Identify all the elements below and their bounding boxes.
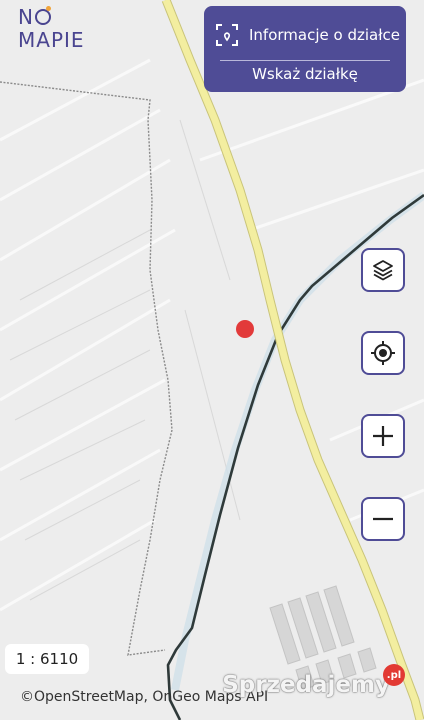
- logo-text-n: N: [18, 5, 34, 29]
- panel-divider: [220, 60, 390, 61]
- parcel-info-label: Informacje o działce: [249, 26, 400, 44]
- logo-text-mapie: MAPIE: [18, 28, 85, 52]
- crosshair-icon: [371, 341, 395, 365]
- scale-indicator: 1 : 6110: [5, 644, 89, 674]
- layers-icon: [373, 260, 393, 281]
- layers-button[interactable]: [361, 248, 405, 292]
- parcel-info-button[interactable]: Informacje o działce: [204, 18, 406, 52]
- parcel-panel: Informacje o działce Wskaż działkę: [204, 6, 406, 92]
- parcel-select-icon: [216, 24, 238, 46]
- point-parcel-button[interactable]: Wskaż działkę: [204, 65, 406, 83]
- watermark-badge: .pl: [383, 664, 405, 686]
- zoom-out-button[interactable]: [361, 497, 405, 541]
- location-marker: [236, 320, 254, 338]
- logo: N MAPIE: [18, 6, 85, 51]
- watermark-text: Sprzedajemy: [222, 672, 390, 698]
- logo-pin-icon: [34, 6, 51, 25]
- plus-icon: [373, 426, 393, 446]
- zoom-in-button[interactable]: [361, 414, 405, 458]
- locate-button[interactable]: [361, 331, 405, 375]
- minus-icon: [373, 517, 393, 521]
